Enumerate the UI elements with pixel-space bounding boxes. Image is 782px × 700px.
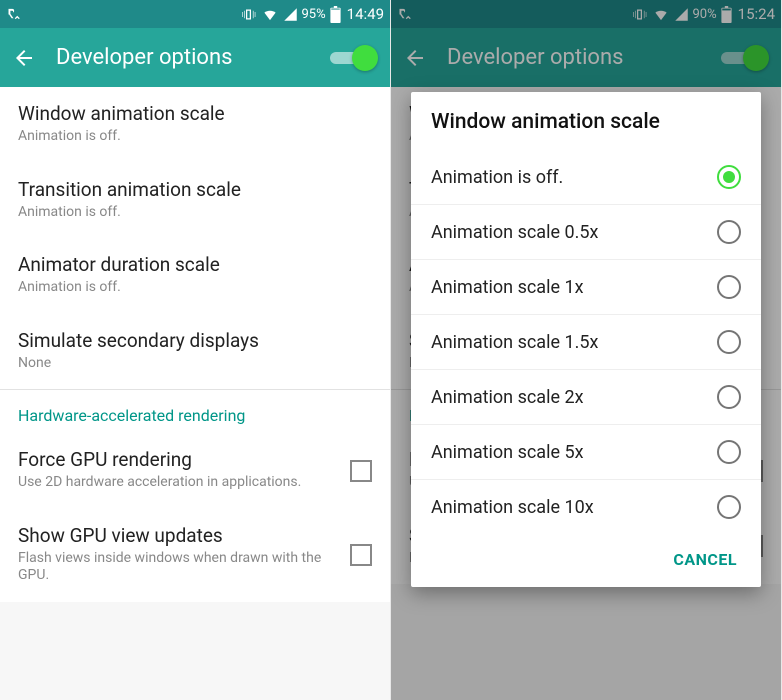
battery-icon <box>721 6 732 23</box>
item-subtitle: Animation is off. <box>18 279 362 297</box>
item-simulate-secondary-displays[interactable]: Simulate secondary displays None <box>0 314 390 390</box>
item-subtitle: Animation is off. <box>18 204 362 222</box>
checkbox[interactable] <box>350 460 372 482</box>
item-force-gpu-rendering[interactable]: Force GPU rendering Use 2D hardware acce… <box>0 433 390 509</box>
rx-icon <box>6 7 21 22</box>
item-title: Window animation scale <box>18 102 362 125</box>
app-bar: Developer options <box>391 28 781 87</box>
status-bar: 95% 14:49 <box>0 0 390 28</box>
wifi-icon <box>652 7 670 22</box>
section-header-hw-accel: Hardware-accelerated rendering <box>0 390 390 433</box>
option-label: Animation scale 1x <box>431 277 584 298</box>
item-title: Transition animation scale <box>18 178 362 201</box>
radio-icon <box>717 220 741 244</box>
option-label: Animation scale 10x <box>431 497 594 518</box>
item-show-gpu-view-updates[interactable]: Show GPU view updates Flash views inside… <box>0 509 390 602</box>
developer-options-toggle[interactable] <box>330 44 378 72</box>
option-animation-0-5x[interactable]: Animation scale 0.5x <box>411 204 761 259</box>
option-animation-off[interactable]: Animation is off. <box>411 150 761 204</box>
radio-icon <box>717 330 741 354</box>
item-subtitle: Use 2D hardware acceleration in applicat… <box>18 474 340 492</box>
status-time: 15:24 <box>738 5 775 23</box>
radio-selected-icon <box>717 165 741 189</box>
option-animation-1-5x[interactable]: Animation scale 1.5x <box>411 314 761 369</box>
option-label: Animation is off. <box>431 167 563 188</box>
option-label: Animation scale 2x <box>431 387 584 408</box>
item-subtitle: None <box>18 355 362 373</box>
cancel-button[interactable]: CANCEL <box>663 544 747 575</box>
option-animation-10x[interactable]: Animation scale 10x <box>411 479 761 534</box>
screen-right: 90% 15:24 Developer options WAn TrAn AAn… <box>391 0 782 700</box>
dialog-options: Animation is off. Animation scale 0.5x A… <box>411 150 761 534</box>
option-label: Animation scale 0.5x <box>431 222 598 243</box>
settings-list: Window animation scale Animation is off.… <box>0 87 390 602</box>
page-title: Developer options <box>56 45 310 70</box>
radio-icon <box>717 275 741 299</box>
back-icon[interactable] <box>403 46 427 70</box>
developer-options-toggle[interactable] <box>721 44 769 72</box>
rx-icon <box>397 7 412 22</box>
signal-icon <box>283 7 298 22</box>
item-animator-duration-scale[interactable]: Animator duration scale Animation is off… <box>0 238 390 314</box>
wifi-icon <box>261 7 279 22</box>
option-animation-2x[interactable]: Animation scale 2x <box>411 369 761 424</box>
status-bar: 90% 15:24 <box>391 0 781 28</box>
dialog-title: Window animation scale <box>411 92 761 150</box>
item-subtitle: Flash views inside windows when drawn wi… <box>18 550 340 585</box>
radio-icon <box>717 440 741 464</box>
option-animation-1x[interactable]: Animation scale 1x <box>411 259 761 314</box>
item-title: Simulate secondary displays <box>18 329 362 352</box>
battery-percent: 95% <box>302 7 326 22</box>
vibrate-icon <box>631 7 648 22</box>
radio-icon <box>717 495 741 519</box>
item-title: Force GPU rendering <box>18 448 340 471</box>
dialog-window-animation-scale: Window animation scale Animation is off.… <box>411 92 761 587</box>
vibrate-icon <box>240 7 257 22</box>
item-title: Show GPU view updates <box>18 524 340 547</box>
item-transition-animation-scale[interactable]: Transition animation scale Animation is … <box>0 163 390 239</box>
battery-percent: 90% <box>693 7 717 22</box>
option-label: Animation scale 5x <box>431 442 584 463</box>
item-window-animation-scale[interactable]: Window animation scale Animation is off. <box>0 87 390 163</box>
back-icon[interactable] <box>12 46 36 70</box>
option-label: Animation scale 1.5x <box>431 332 598 353</box>
page-title: Developer options <box>447 45 701 70</box>
option-animation-5x[interactable]: Animation scale 5x <box>411 424 761 479</box>
item-title: Animator duration scale <box>18 253 362 276</box>
item-subtitle: Animation is off. <box>18 128 362 146</box>
screen-left: 95% 14:49 Developer options Window anima… <box>0 0 391 700</box>
checkbox[interactable] <box>350 544 372 566</box>
app-bar: Developer options <box>0 28 390 87</box>
battery-icon <box>330 6 341 23</box>
radio-icon <box>717 385 741 409</box>
status-time: 14:49 <box>347 5 384 23</box>
signal-icon <box>674 7 689 22</box>
